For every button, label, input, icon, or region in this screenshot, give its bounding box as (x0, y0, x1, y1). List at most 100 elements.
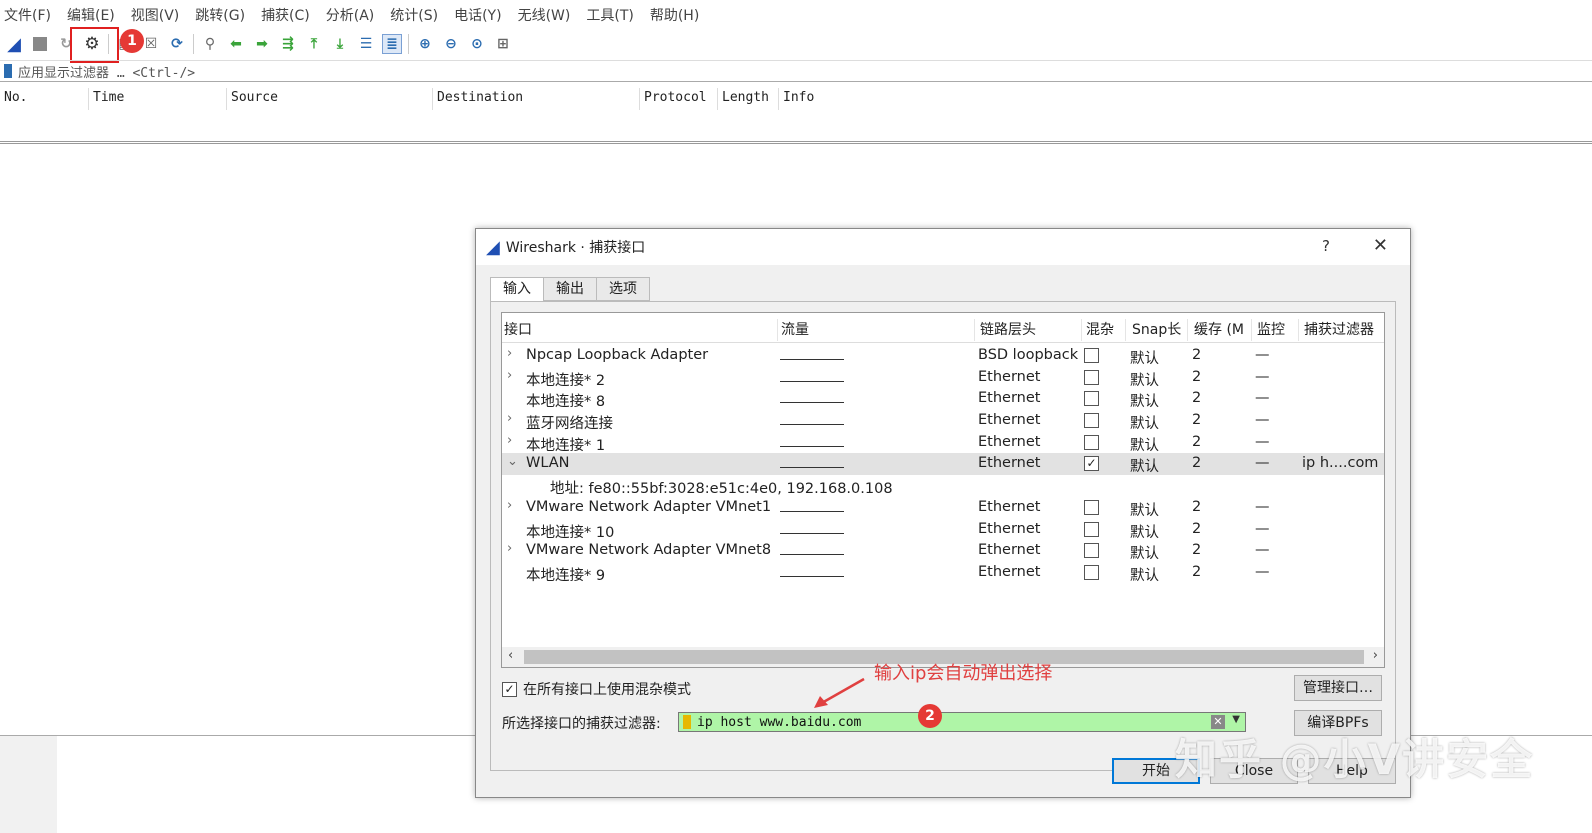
interface-table[interactable]: 接口 流量 链路层头 混杂 Snap长 缓存 (M 监控 捕获过滤器 › Npca… (501, 312, 1385, 668)
header-capture-filter[interactable]: 捕获过滤器 (1302, 319, 1384, 341)
display-filter-bar[interactable]: 应用显示过滤器 … <Ctrl-/> (0, 60, 1592, 82)
buffer-value[interactable]: 2 (1192, 564, 1201, 580)
zoom-normal-icon[interactable]: ⊙ (467, 34, 487, 54)
monitor-value[interactable]: — (1255, 499, 1270, 515)
close-file-icon[interactable]: ☒ (141, 34, 161, 54)
monitor-value[interactable]: — (1255, 455, 1270, 471)
promiscuous-row-checkbox[interactable] (1084, 499, 1099, 515)
monitor-value[interactable]: — (1255, 347, 1270, 363)
snaplen-value[interactable]: 默认 (1130, 369, 1159, 390)
header-interface[interactable]: 接口 (502, 319, 778, 341)
link-layer-header[interactable]: Ethernet (978, 499, 1040, 515)
scroll-left-icon[interactable]: ‹ (508, 648, 513, 663)
monitor-value[interactable]: — (1255, 390, 1270, 406)
menu-item[interactable]: 统计(S) (390, 5, 438, 25)
promiscuous-row-checkbox[interactable] (1084, 543, 1099, 559)
expand-chevron-icon[interactable]: › (507, 368, 512, 383)
capture-filter-input[interactable]: ip host www.baidu.com ✕ ▼ (678, 712, 1246, 732)
menu-item[interactable]: 分析(A) (326, 5, 375, 25)
link-layer-header[interactable]: Ethernet (978, 542, 1040, 558)
buffer-value[interactable]: 2 (1192, 542, 1201, 558)
snaplen-value[interactable]: 默认 (1130, 521, 1159, 542)
promiscuous-row-checkbox[interactable]: ✓ (1084, 456, 1099, 472)
tab-options[interactable]: 选项 (596, 277, 650, 301)
expand-chevron-icon[interactable]: › (507, 411, 512, 426)
header-monitor[interactable]: 监控 (1255, 319, 1299, 341)
snaplen-value[interactable]: 默认 (1130, 347, 1159, 368)
help-icon[interactable]: ? (1322, 237, 1330, 255)
colorize-icon[interactable]: ≣ (382, 34, 402, 54)
link-layer-header[interactable]: Ethernet (978, 369, 1040, 385)
promiscuous-row-checkbox[interactable] (1084, 521, 1099, 537)
tab-input[interactable]: 输入 (490, 277, 544, 302)
promiscuous-row-checkbox[interactable] (1084, 413, 1099, 429)
interface-row[interactable]: 本地连接* 9 Ethernet 默认 2 — (502, 562, 1384, 584)
menu-item[interactable]: 跳转(G) (195, 5, 245, 25)
column-destination[interactable]: Destination (432, 88, 523, 110)
manage-interfaces-button[interactable]: 管理接口… (1294, 675, 1382, 701)
snaplen-value[interactable]: 默认 (1130, 499, 1159, 520)
expand-chevron-icon[interactable]: › (507, 498, 512, 513)
menu-item[interactable]: 编辑(E) (67, 5, 115, 25)
stop-icon[interactable] (30, 34, 50, 54)
link-layer-header[interactable]: Ethernet (978, 455, 1040, 471)
expand-chevron-icon[interactable]: › (507, 346, 512, 361)
filter-bookmark-icon[interactable] (683, 715, 691, 729)
interface-row[interactable]: › 蓝牙网络连接 Ethernet 默认 2 — (502, 410, 1384, 432)
monitor-value[interactable]: — (1255, 369, 1270, 385)
buffer-value[interactable]: 2 (1192, 499, 1201, 515)
monitor-value[interactable]: — (1255, 564, 1270, 580)
resize-columns-icon[interactable]: ⊞ (493, 34, 513, 54)
menu-item[interactable]: 帮助(H) (650, 5, 699, 25)
interface-row[interactable]: ⌄ WLAN Ethernet ✓ 默认 2 — ip h....com (502, 453, 1384, 475)
promiscuous-row-checkbox[interactable] (1084, 434, 1099, 450)
column-info[interactable]: Info (778, 88, 814, 110)
link-layer-header[interactable]: Ethernet (978, 434, 1040, 450)
bookmark-icon[interactable] (4, 64, 12, 78)
promiscuous-row-checkbox[interactable] (1084, 348, 1099, 363)
capture-filter-value[interactable]: ip host www.baidu.com (697, 715, 861, 730)
snaplen-value[interactable]: 默认 (1130, 412, 1159, 433)
interface-row[interactable]: › 本地连接* 1 Ethernet 默认 2 — (502, 432, 1384, 454)
interface-row[interactable]: › Npcap Loopback Adapter BSD loopback 默认 2 — (502, 345, 1384, 367)
header-buffer[interactable]: 缓存 (M (1192, 319, 1252, 341)
promiscuous-row-checkbox[interactable] (1084, 564, 1099, 580)
tab-output[interactable]: 输出 (543, 277, 597, 301)
expand-chevron-icon[interactable]: › (507, 541, 512, 556)
link-layer-header[interactable]: Ethernet (978, 390, 1040, 406)
header-link-layer[interactable]: 链路层头 (978, 319, 1082, 341)
link-layer-header[interactable]: Ethernet (978, 412, 1040, 428)
menu-item[interactable]: 电话(Y) (454, 5, 501, 25)
promiscuous-row-checkbox[interactable] (1084, 391, 1099, 407)
close-icon[interactable]: ✕ (1373, 235, 1388, 256)
interface-row[interactable]: › 本地连接* 2 Ethernet 默认 2 — (502, 367, 1384, 389)
snaplen-value[interactable]: 默认 (1130, 390, 1159, 411)
shark-fin-start-icon[interactable]: ◢ (4, 34, 24, 55)
menu-item[interactable]: 视图(V) (131, 5, 180, 25)
link-layer-header[interactable]: Ethernet (978, 564, 1040, 580)
interface-row[interactable]: › VMware Network Adapter VMnet8 Ethernet 默认… (502, 540, 1384, 562)
first-packet-icon[interactable]: ⤒ (304, 34, 324, 54)
menu-item[interactable]: 文件(F) (4, 5, 51, 25)
header-traffic[interactable]: 流量 (779, 319, 975, 341)
buffer-value[interactable]: 2 (1192, 455, 1201, 471)
goto-packet-icon[interactable]: ⇶ (278, 34, 298, 54)
reload-icon[interactable]: ⟳ (167, 34, 187, 54)
buffer-value[interactable]: 2 (1192, 521, 1201, 537)
buffer-value[interactable]: 2 (1192, 390, 1201, 406)
monitor-value[interactable]: — (1255, 521, 1270, 537)
column-source[interactable]: Source (226, 88, 278, 110)
promiscuous-mode-option[interactable]: ✓ 在所有接口上使用混杂模式 (502, 679, 691, 699)
forward-arrow-icon[interactable]: ➡ (252, 34, 272, 54)
autoscroll-icon[interactable]: ☰ (356, 34, 376, 54)
capture-filter-cell[interactable]: ip h....com (1302, 455, 1378, 471)
menu-item[interactable]: 捕获(C) (261, 5, 310, 25)
snaplen-value[interactable]: 默认 (1130, 542, 1159, 563)
back-arrow-icon[interactable]: ⬅ (226, 34, 246, 54)
monitor-value[interactable]: — (1255, 434, 1270, 450)
monitor-value[interactable]: — (1255, 412, 1270, 428)
expand-chevron-icon[interactable]: › (507, 433, 512, 448)
promiscuous-checkbox[interactable]: ✓ (502, 681, 517, 697)
interface-row[interactable]: › VMware Network Adapter VMnet1 Ethernet 默认… (502, 497, 1384, 519)
column-protocol[interactable]: Protocol (639, 88, 707, 110)
